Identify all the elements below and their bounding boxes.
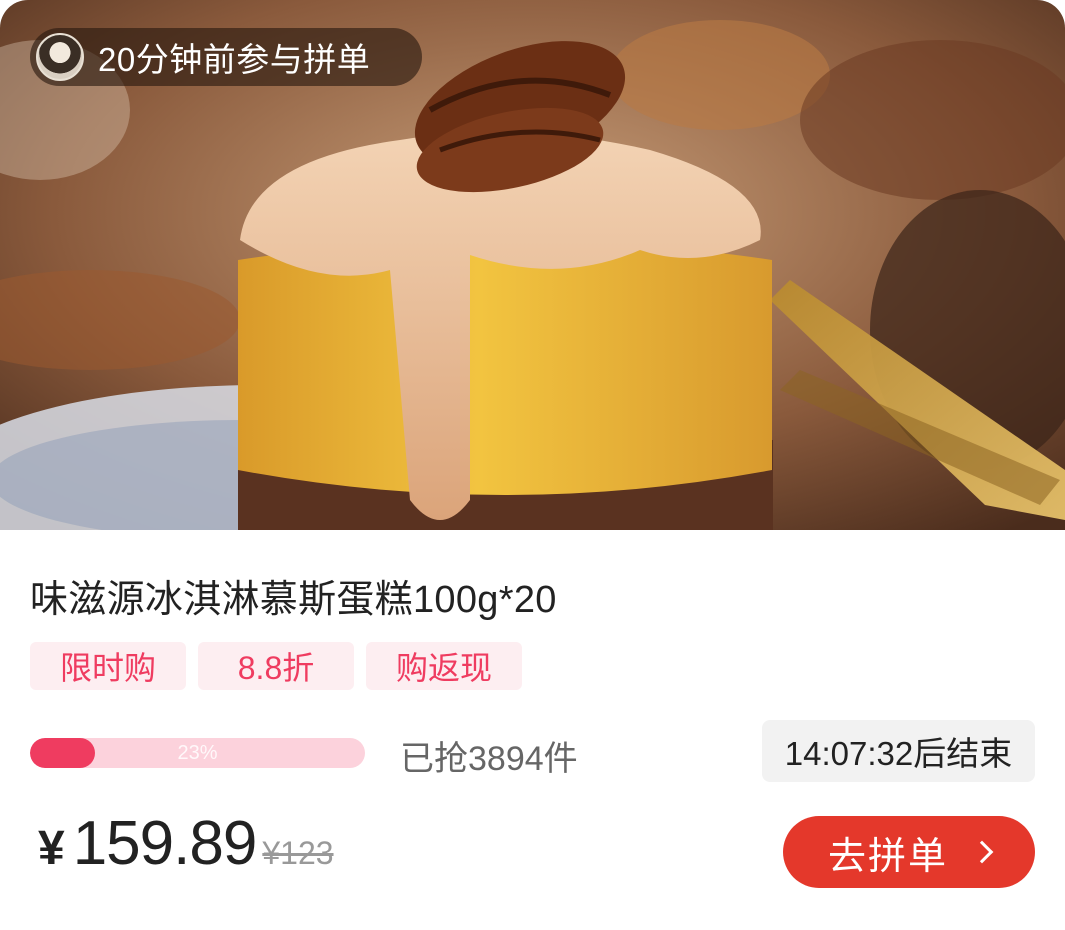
original-price: ¥123 [262, 835, 334, 871]
recent-join-badge: 20分钟前参与拼单 [30, 28, 422, 86]
price-amount: 159.89 [72, 809, 258, 878]
price-block: ¥ 159.89 ¥123 [38, 808, 334, 879]
sold-count: 已抢3894件 [400, 740, 578, 778]
tag-limited-time: 限时购 [30, 642, 186, 690]
tag-discount: 8.8折 [198, 642, 354, 690]
group-buy-button[interactable]: 去拼单 [783, 816, 1035, 888]
promo-tags: 限时购 8.8折 购返现 [30, 642, 522, 690]
recent-join-text: 20分钟前参与拼单 [98, 41, 371, 78]
countdown-timer: 14:07:32后结束 [762, 720, 1035, 782]
progress-label: 23% [177, 742, 218, 764]
tag-cashback: 购返现 [366, 642, 522, 690]
price-currency: ¥ [38, 822, 65, 875]
group-buy-label: 去拼单 [827, 835, 948, 878]
user-avatar [36, 33, 84, 81]
chevron-right-icon [970, 840, 994, 864]
product-card[interactable]: 20分钟前参与拼单 味滋源冰淇淋慕斯蛋糕100g*20 限时购 8.8折 购返现… [0, 0, 1065, 930]
product-image[interactable]: 20分钟前参与拼单 [0, 0, 1065, 530]
sales-progress-bar: 23% [30, 738, 365, 768]
product-title[interactable]: 味滋源冰淇淋慕斯蛋糕100g*20 [30, 568, 557, 623]
